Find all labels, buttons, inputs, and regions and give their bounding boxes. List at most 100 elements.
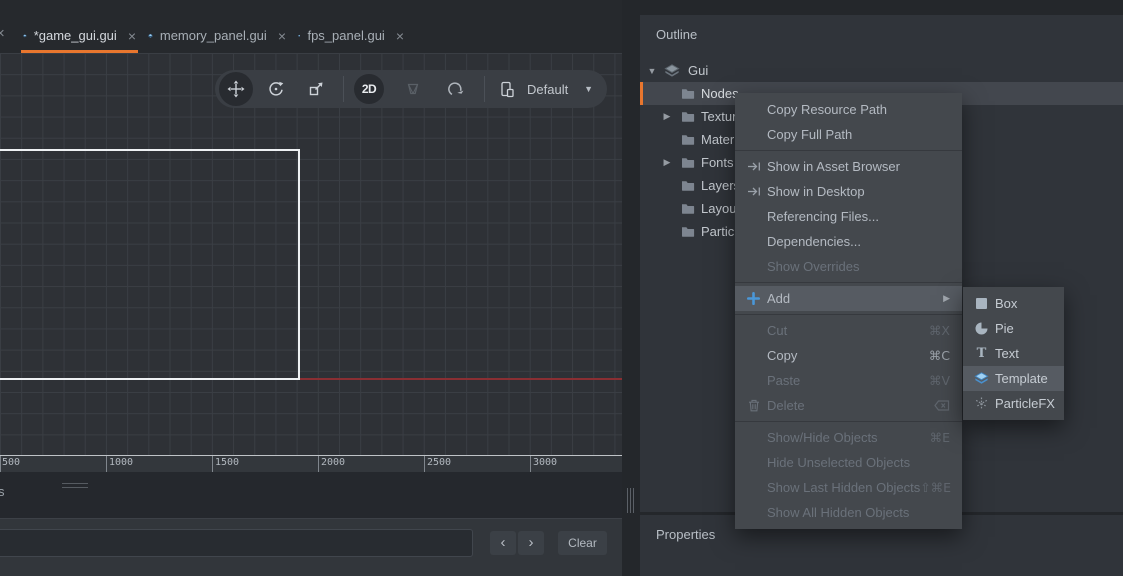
folder-icon <box>681 180 695 191</box>
console-area: s <box>0 472 622 518</box>
orbit-refresh-icon <box>446 80 464 98</box>
ruler-tick <box>318 456 319 472</box>
menu-separator <box>735 150 962 151</box>
menu-separator <box>735 421 962 422</box>
plus-icon <box>745 292 762 305</box>
clipped-panel-label: s <box>0 484 5 499</box>
outline-row-gui[interactable]: ▼ Gui <box>640 59 1123 82</box>
gui-icon <box>664 64 680 78</box>
menu-item-referencing-files[interactable]: Referencing Files... <box>735 204 962 229</box>
find-next-button[interactable]: › <box>518 531 544 555</box>
menu-item-copy-full-path[interactable]: Copy Full Path <box>735 122 962 147</box>
pane-divider-handle[interactable] <box>627 488 636 513</box>
ruler-tick-label: 2000 <box>321 457 345 468</box>
menu-item-dependencies[interactable]: Dependencies... <box>735 229 962 254</box>
caret-expanded-icon[interactable]: ▼ <box>646 66 658 76</box>
gui-file-icon <box>148 29 153 43</box>
frustum-icon <box>404 80 422 98</box>
menu-item-show-last-hidden-objects: Show Last Hidden Objects ⇧⌘E <box>735 475 962 500</box>
context-menu: Copy Resource Path Copy Full Path Show i… <box>735 93 962 529</box>
horizontal-scrollbar[interactable] <box>62 483 88 488</box>
shortcut-label: ⌘E <box>930 430 950 445</box>
menu-item-show-in-desktop[interactable]: Show in Desktop <box>735 179 962 204</box>
tree-label: Fonts <box>701 155 734 170</box>
close-icon[interactable]: × <box>128 28 136 44</box>
console-toolbar: ‹ › Clear <box>0 518 622 576</box>
horizontal-ruler: 500 1000 1500 2000 2500 3000 <box>0 456 622 472</box>
menu-item-hide-unselected-objects: Hide Unselected Objects <box>735 450 962 475</box>
toolbar-divider <box>343 76 344 102</box>
shortcut-label: ⌘X <box>929 323 950 338</box>
move-tool-button[interactable] <box>219 72 253 106</box>
close-icon[interactable]: × <box>396 28 404 44</box>
tab-game-gui[interactable]: *game_gui.gui × <box>21 18 138 53</box>
scale-tool-button[interactable] <box>299 72 333 106</box>
menu-item-show-overrides: Show Overrides <box>735 254 962 279</box>
rotate-icon <box>267 80 285 98</box>
gui-file-icon <box>298 29 300 43</box>
folder-icon <box>681 226 695 237</box>
tab-label: fps_panel.gui <box>307 28 384 43</box>
pie-icon <box>973 322 990 335</box>
menu-item-paste: Paste ⌘V <box>735 368 962 393</box>
tab-bar: × *game_gui.gui × memory_panel.gui × <box>0 0 622 53</box>
2d-mode-button[interactable]: 2D <box>354 74 384 104</box>
viewport-toolbar: 2D <box>215 70 607 108</box>
jump-to-icon <box>745 161 762 172</box>
folder-icon <box>681 134 695 145</box>
editor-window: × *game_gui.gui × memory_panel.gui × <box>0 0 1123 576</box>
menu-item-add[interactable]: Add ▶ <box>735 286 962 311</box>
caret-collapsed-icon[interactable]: ▶ <box>661 111 673 122</box>
submenu-item-template[interactable]: Template <box>963 366 1064 391</box>
menu-item-show-all-hidden-objects: Show All Hidden Objects <box>735 500 962 525</box>
submenu-item-box[interactable]: Box <box>963 291 1064 316</box>
tab-memory-panel[interactable]: memory_panel.gui × <box>146 18 288 53</box>
folder-icon <box>681 203 695 214</box>
template-icon <box>973 372 990 385</box>
menu-item-delete: Delete <box>735 393 962 418</box>
tab-label: *game_gui.gui <box>34 28 117 43</box>
close-icon[interactable]: × <box>0 25 5 42</box>
ruler-tick <box>212 456 213 472</box>
caret-collapsed-icon[interactable]: ▶ <box>661 157 673 168</box>
chevron-down-icon[interactable]: ▼ <box>584 84 593 94</box>
ruler-tick-label: 1000 <box>109 457 133 468</box>
folder-icon <box>681 111 695 122</box>
scene-viewport[interactable]: 2D <box>0 53 622 455</box>
camera-filter-value[interactable]: Default <box>527 82 568 97</box>
shortcut-label: ⇧⌘E <box>920 480 951 495</box>
jump-to-icon <box>745 186 762 197</box>
clear-console-button[interactable]: Clear <box>558 531 607 555</box>
ruler-tick <box>530 456 531 472</box>
console-search-input[interactable] <box>0 529 473 557</box>
outline-panel-title: Outline <box>656 27 697 42</box>
device-profile-button[interactable] <box>495 72 519 106</box>
menu-item-show-in-asset-browser[interactable]: Show in Asset Browser <box>735 154 962 179</box>
ruler-tick-label: 1500 <box>215 457 239 468</box>
find-previous-button[interactable]: ‹ <box>490 531 516 555</box>
tab-fps-panel[interactable]: fps_panel.gui × <box>296 18 406 53</box>
menu-item-show-hide-objects: Show/Hide Objects ⌘E <box>735 425 962 450</box>
ruler-tick <box>106 456 107 472</box>
scene-editor-pane: × *game_gui.gui × memory_panel.gui × <box>0 0 622 576</box>
menu-separator <box>735 282 962 283</box>
device-phone-icon <box>498 80 516 98</box>
submenu-item-particlefx[interactable]: ParticleFX <box>963 391 1064 416</box>
menu-item-copy-resource-path[interactable]: Copy Resource Path <box>735 97 962 122</box>
properties-panel-title: Properties <box>656 527 715 542</box>
perspective-camera-button[interactable] <box>396 72 430 106</box>
move-icon <box>227 80 245 98</box>
folder-icon <box>681 88 695 99</box>
orbit-camera-button[interactable] <box>438 72 472 106</box>
tree-label: Gui <box>688 63 708 78</box>
rotate-tool-button[interactable] <box>259 72 293 106</box>
shortcut-label: ⌘C <box>929 348 950 363</box>
close-icon[interactable]: × <box>278 28 286 44</box>
submenu-item-text[interactable]: T Text <box>963 341 1064 366</box>
submenu-item-pie[interactable]: Pie <box>963 316 1064 341</box>
shortcut-label: ⌘V <box>929 373 950 388</box>
gui-bounds-rect <box>0 149 300 380</box>
box-icon <box>973 297 990 310</box>
2d-mode-label: 2D <box>362 82 376 96</box>
menu-item-copy[interactable]: Copy ⌘C <box>735 343 962 368</box>
